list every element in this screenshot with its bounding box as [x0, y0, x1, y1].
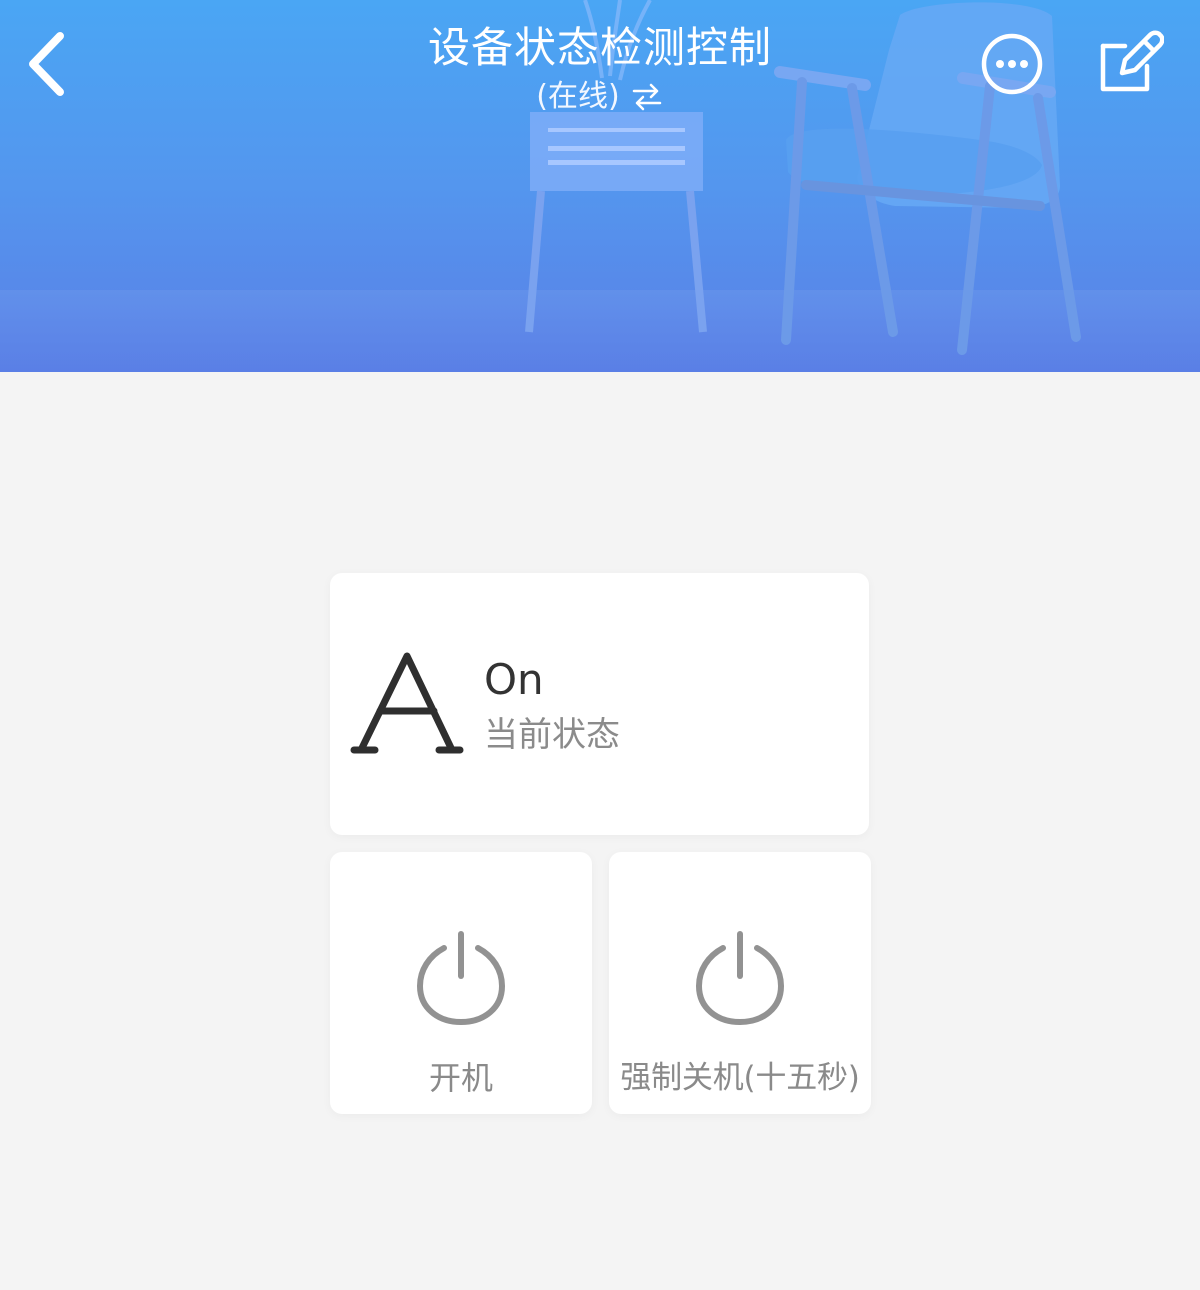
- power-icon: [416, 931, 506, 1026]
- force-shutdown-button[interactable]: 强制关机(十五秒): [609, 852, 871, 1114]
- swap-arrows-icon: [632, 83, 661, 111]
- more-options-icon: [981, 33, 1043, 95]
- more-options-button[interactable]: [978, 30, 1046, 98]
- edit-button[interactable]: [1094, 28, 1165, 98]
- power-on-button[interactable]: 开机: [330, 852, 592, 1114]
- status-label: 当前状态: [484, 715, 620, 755]
- status-value: On: [484, 655, 544, 704]
- power-on-label: 开机: [428, 1059, 493, 1097]
- edit-icon: [1100, 30, 1165, 92]
- letter-a-icon: [350, 652, 464, 754]
- force-shutdown-label: 强制关机(十五秒): [620, 1060, 860, 1096]
- power-icon: [695, 931, 785, 1026]
- connection-status-text: (在线): [536, 79, 620, 114]
- main-content: 开机 强制关机(十五秒): [0, 372, 1200, 1290]
- connection-status-row: (在线): [536, 78, 663, 116]
- header-banner: 设备状态检测控制 (在线): [0, 0, 1200, 372]
